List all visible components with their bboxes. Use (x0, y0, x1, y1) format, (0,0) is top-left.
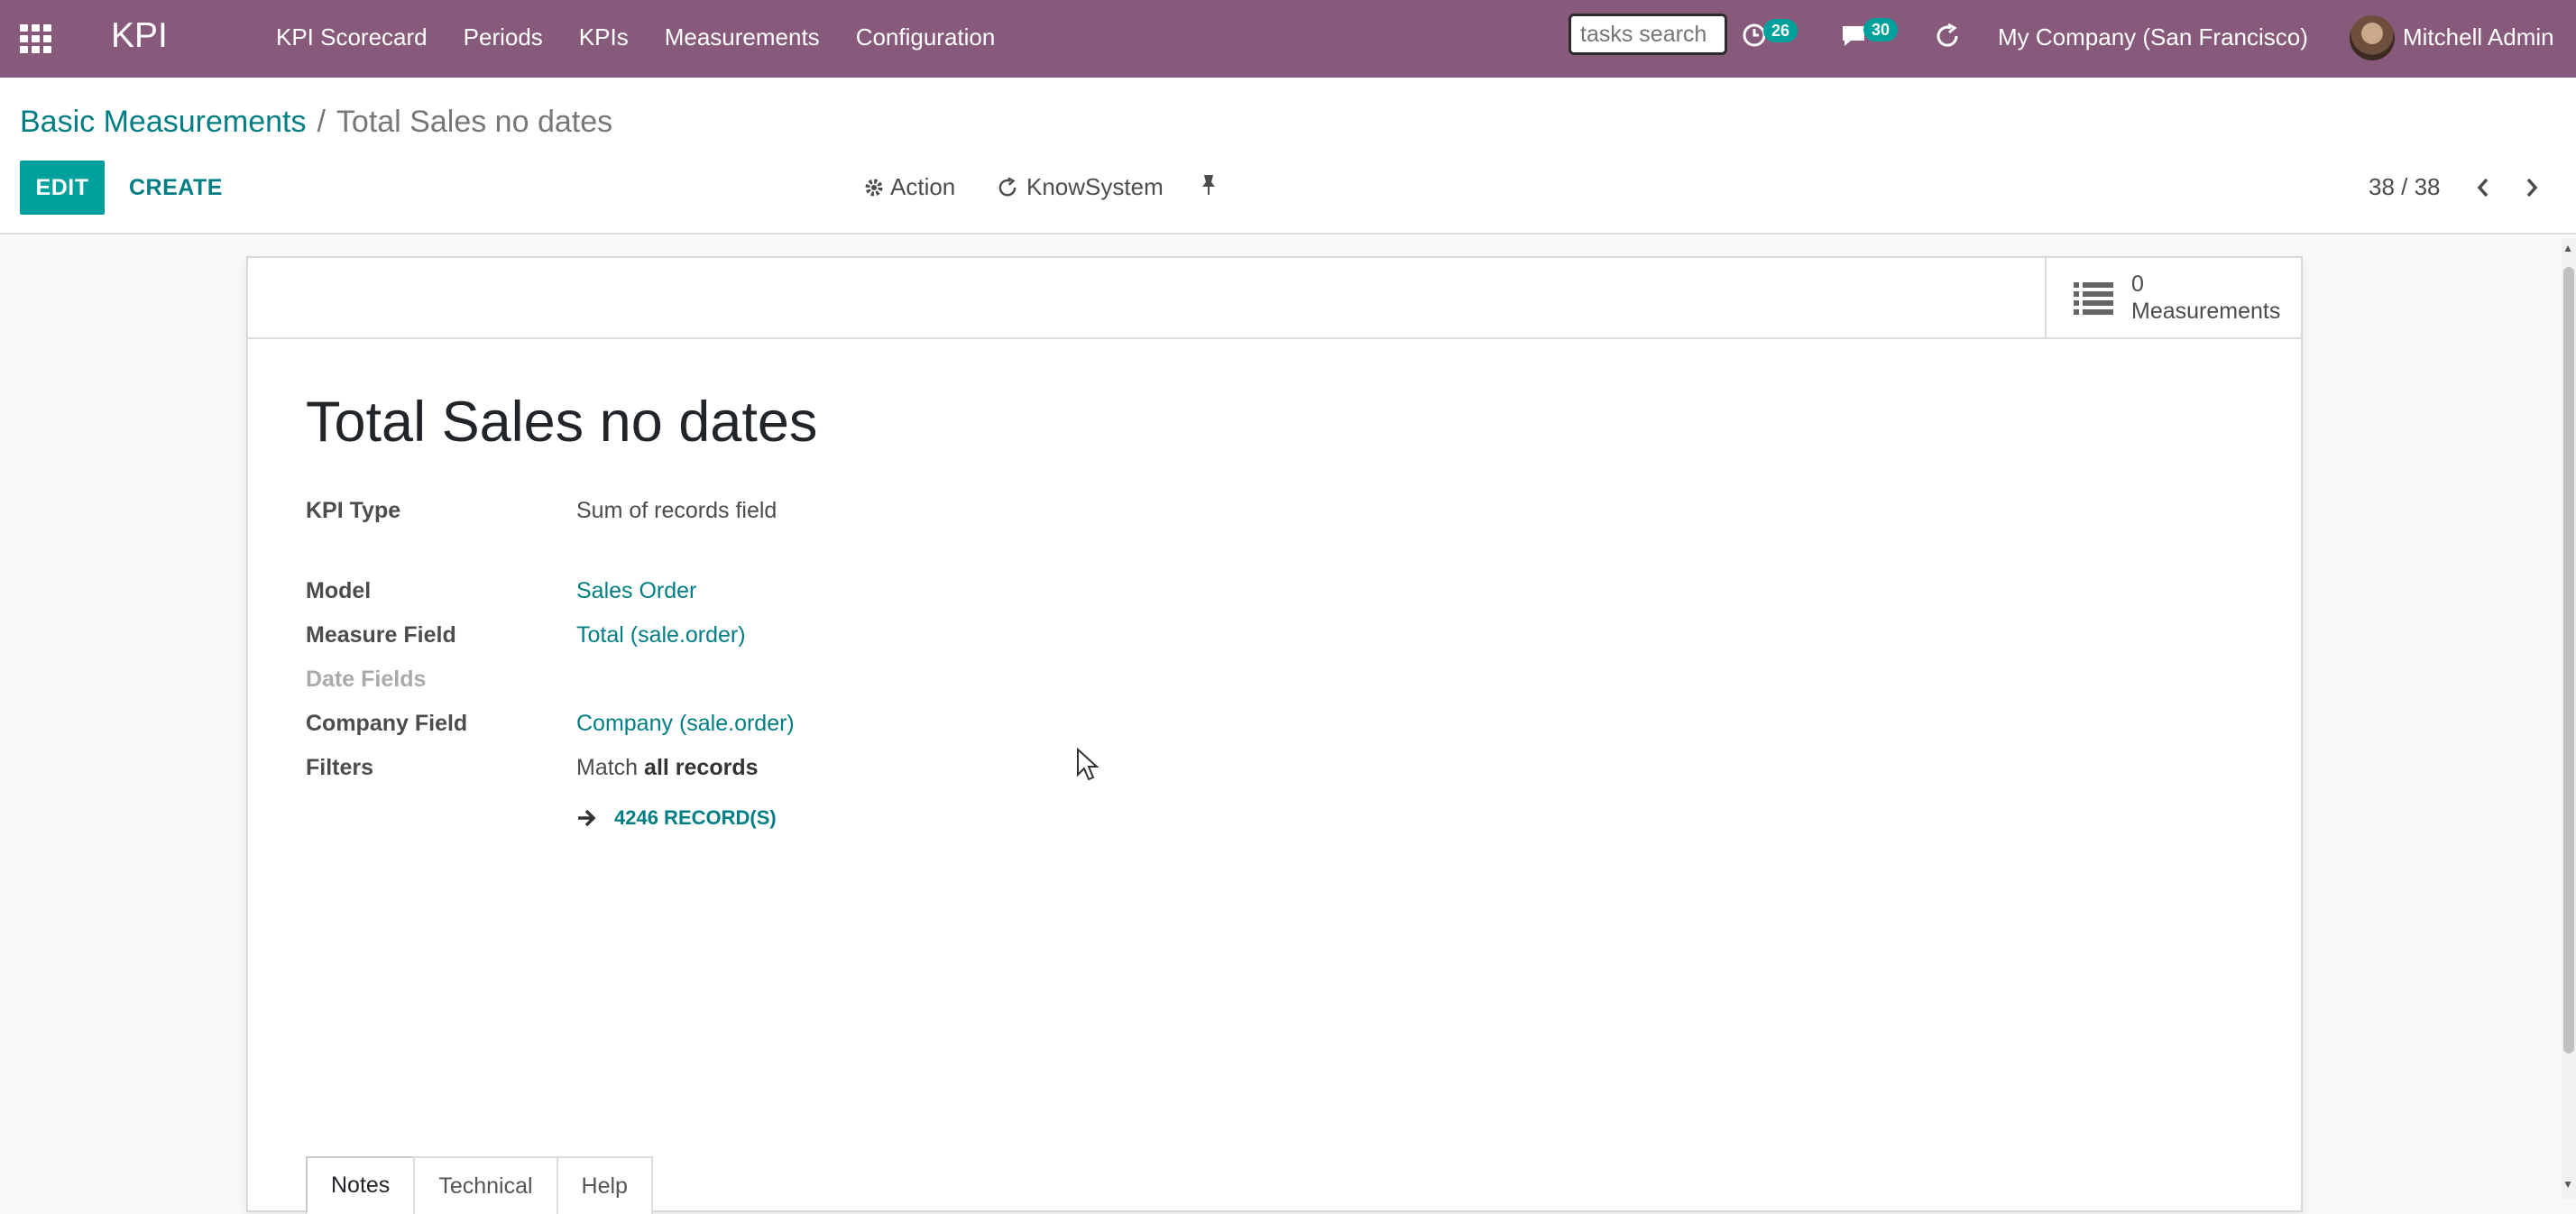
scrollbar-thumb[interactable] (2563, 267, 2574, 1053)
pin-button[interactable] (1200, 173, 1218, 197)
activity-count-badge: 26 (1763, 19, 1799, 42)
pager-next-button[interactable] (2518, 171, 2545, 204)
field-label: Model (306, 577, 372, 603)
top-navbar: KPI KPI Scorecard Periods KPIs Measureme… (0, 0, 2576, 78)
menu-item-kpi-scorecard[interactable]: KPI Scorecard (276, 23, 428, 51)
user-avatar[interactable] (2350, 15, 2395, 60)
company-field-link[interactable]: Company (sale.order) (576, 711, 795, 737)
user-menu[interactable]: Mitchell Admin (2403, 23, 2554, 51)
action-label: Action (890, 173, 956, 200)
mouse-cursor-icon (1076, 747, 1099, 786)
breadcrumb-separator: / (317, 105, 326, 139)
menu-item-measurements[interactable]: Measurements (665, 23, 820, 51)
knowsystem-refresh-icon[interactable] (1933, 22, 1962, 55)
field-filters: Filters Match all records (306, 751, 759, 784)
list-icon (2074, 282, 2113, 315)
records-count-link[interactable]: 4246 RECORD(S) (576, 806, 777, 830)
chevron-left-icon (2477, 178, 2489, 198)
knowsystem-button[interactable]: KnowSystem (996, 173, 1164, 201)
model-link[interactable]: Sales Order (576, 578, 696, 604)
field-date-fields: Date Fields (306, 663, 576, 695)
refresh-icon (998, 176, 1017, 196)
gear-icon (865, 179, 883, 196)
field-company-field: Company Field Company (sale.order) (306, 707, 795, 740)
smart-button-box: 0 Measurements (248, 258, 2301, 339)
notebook-tabs: Notes Technical Help (306, 1156, 653, 1214)
create-button[interactable]: CREATE (129, 161, 223, 215)
tab-notes[interactable]: Notes (306, 1156, 416, 1214)
field-measure-field: Measure Field Total (sale.order) (306, 619, 746, 651)
field-label: Filters (306, 754, 374, 780)
field-label: Company Field (306, 710, 468, 736)
breadcrumb-current: Total Sales no dates (336, 105, 613, 139)
menu-item-configuration[interactable]: Configuration (856, 23, 996, 51)
records-count-label: 4246 RECORD(S) (614, 806, 777, 829)
control-panel: Basic Measurements / Total Sales no dates … (0, 78, 2576, 235)
form-sheet: 0 Measurements Total Sales no dates KPI … (246, 256, 2303, 1214)
tab-technical[interactable]: Technical (413, 1156, 558, 1214)
menu-item-periods[interactable]: Periods (464, 23, 543, 51)
filters-prefix: Match (576, 754, 639, 780)
company-switcher[interactable]: My Company (San Francisco) (1998, 23, 2308, 51)
tasks-search-input[interactable] (1569, 14, 1727, 55)
field-label: KPI Type (306, 497, 401, 523)
edit-button[interactable]: EDIT (20, 161, 105, 215)
messages-count-badge: 30 (1863, 18, 1899, 41)
knowsystem-label: KnowSystem (1026, 173, 1164, 200)
chevron-right-icon (2526, 178, 2538, 198)
measurements-smart-button[interactable]: 0 Measurements (2045, 258, 2301, 337)
menu-item-kpis[interactable]: KPIs (579, 23, 629, 51)
apps-menu-icon[interactable] (20, 24, 52, 53)
measure-field-link[interactable]: Total (sale.order) (576, 622, 746, 648)
main-menu: KPI Scorecard Periods KPIs Measurements … (276, 23, 1031, 51)
record-title: Total Sales no dates (306, 391, 818, 454)
filters-value: Match all records (576, 755, 759, 781)
arrow-right-icon (578, 809, 596, 827)
pager-previous-button[interactable] (2470, 171, 2497, 204)
pin-icon (1202, 175, 1215, 195)
app-brand[interactable]: KPI (111, 16, 168, 56)
field-value: Sum of records field (576, 497, 777, 523)
scroll-down-icon[interactable]: ▼ (2562, 1178, 2573, 1191)
field-label: Date Fields (306, 666, 427, 692)
action-dropdown[interactable]: Action (863, 173, 955, 201)
tab-help[interactable]: Help (556, 1156, 653, 1214)
breadcrumb: Basic Measurements / Total Sales no dates (20, 105, 612, 140)
breadcrumb-parent-link[interactable]: Basic Measurements (20, 105, 306, 139)
field-label: Measure Field (306, 621, 456, 648)
filters-domain: all records (644, 754, 759, 780)
field-kpi-type: KPI Type Sum of records field (306, 494, 777, 527)
measurements-label: Measurements (2131, 299, 2281, 324)
measurements-count: 0 (2131, 271, 2144, 297)
pager-value[interactable]: 38 / 38 (2369, 173, 2441, 201)
scroll-up-icon[interactable]: ▲ (2562, 242, 2573, 254)
field-model: Model Sales Order (306, 575, 696, 607)
